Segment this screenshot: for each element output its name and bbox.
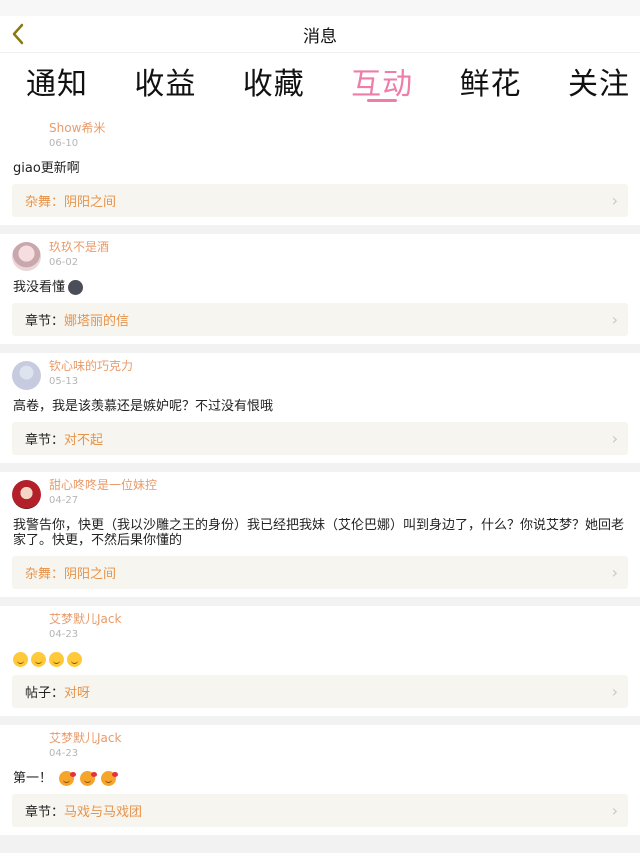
message-date: 04-23 bbox=[49, 748, 79, 759]
message-header: 艾梦默儿Jack 04-23 bbox=[12, 612, 628, 646]
kiss-emoji-icon bbox=[80, 771, 98, 786]
message-date: 04-27 bbox=[49, 495, 79, 506]
chevron-left-icon bbox=[12, 23, 24, 45]
message-header: Show希米 06-10 bbox=[12, 121, 628, 155]
chevron-right-icon: › bbox=[611, 310, 618, 329]
chevron-right-icon: › bbox=[611, 682, 618, 701]
smile-emoji-icon bbox=[31, 652, 46, 667]
page-title: 消息 bbox=[303, 26, 337, 47]
kiss-emoji-icon bbox=[59, 771, 77, 786]
username[interactable]: 甜心咚咚是一位妹控 bbox=[49, 478, 157, 493]
message-card: 艾梦默儿Jack 04-23 第一！ 章节： 马戏与马戏团 › bbox=[0, 725, 640, 835]
message-text bbox=[13, 652, 628, 667]
reference-title: 阴阳之间 bbox=[64, 195, 117, 210]
kiss-emoji-icon bbox=[101, 771, 119, 786]
avatar[interactable] bbox=[12, 361, 41, 390]
tab-flowers[interactable]: 鲜花 bbox=[460, 53, 522, 113]
reference-title: 对呀 bbox=[64, 686, 91, 701]
smile-emoji-icon bbox=[67, 652, 82, 667]
message-text: 高卷，我是该羡慕还是嫉妒呢？不过没有恨哦 bbox=[13, 399, 274, 414]
smile-emoji-icon bbox=[13, 652, 28, 667]
reference-type: 章节： bbox=[25, 805, 65, 820]
reference-type: 章节： bbox=[25, 314, 65, 329]
reference-link[interactable]: 章节： 马戏与马戏团 › bbox=[12, 794, 628, 827]
message-text: giao更新啊 bbox=[13, 161, 80, 176]
reference-type: 杂舞： bbox=[25, 567, 65, 582]
avatar[interactable] bbox=[12, 733, 41, 762]
chevron-right-icon: › bbox=[611, 429, 618, 448]
reference-title: 对不起 bbox=[64, 433, 104, 448]
chevron-right-icon: › bbox=[611, 563, 618, 582]
message-text: 我警告你，快更（我以沙雕之王的身份）我已经把我妹（艾伦巴娜）叫到身边了，什么？你… bbox=[13, 518, 625, 548]
reference-type: 章节： bbox=[25, 433, 65, 448]
reference-title: 阴阳之间 bbox=[64, 567, 117, 582]
message-date: 04-23 bbox=[49, 629, 79, 640]
reference-title: 马戏与马戏团 bbox=[64, 805, 143, 820]
message-card: 玖玖不是酒 06-02 我没看懂 章节： 娜塔丽的信 › bbox=[0, 234, 640, 344]
tab-following[interactable]: 关注 bbox=[568, 53, 630, 113]
username[interactable]: 钦心味的巧克力 bbox=[49, 359, 133, 374]
avatar[interactable] bbox=[12, 480, 41, 509]
tab-bar: 通知 收益 收藏 互动 鲜花 关注 bbox=[0, 53, 640, 115]
back-button[interactable] bbox=[6, 20, 30, 48]
chevron-right-icon: › bbox=[611, 801, 618, 820]
reference-link[interactable]: 杂舞： 阴阳之间 › bbox=[12, 556, 628, 589]
reference-link[interactable]: 杂舞： 阴阳之间 › bbox=[12, 184, 628, 217]
reference-type: 杂舞： bbox=[25, 195, 65, 210]
reference-link[interactable]: 章节： 对不起 › bbox=[12, 422, 628, 455]
message-date: 05-13 bbox=[49, 376, 79, 387]
message-card: 艾梦默儿Jack 04-23 帖子： 对呀 › bbox=[0, 606, 640, 716]
dark-face-emoji-icon bbox=[68, 280, 84, 295]
username[interactable]: Show希米 bbox=[49, 121, 105, 136]
avatar[interactable] bbox=[12, 242, 41, 271]
message-header: 钦心味的巧克力 05-13 bbox=[12, 359, 628, 393]
message-header: 艾梦默儿Jack 04-23 bbox=[12, 731, 628, 765]
message-text: 我没看懂 bbox=[13, 280, 628, 295]
avatar[interactable] bbox=[12, 614, 41, 643]
avatar[interactable] bbox=[12, 123, 41, 152]
reference-type: 帖子： bbox=[25, 686, 65, 701]
username[interactable]: 玖玖不是酒 bbox=[49, 240, 109, 255]
message-date: 06-10 bbox=[49, 138, 79, 149]
nav-bar: 消息 bbox=[0, 16, 640, 53]
tab-notifications[interactable]: 通知 bbox=[26, 53, 88, 113]
smile-emoji-icon bbox=[49, 652, 64, 667]
chevron-right-icon: › bbox=[611, 191, 618, 210]
reference-title: 娜塔丽的信 bbox=[64, 314, 130, 329]
message-card: Show希米 06-10 giao更新啊 杂舞： 阴阳之间 › bbox=[0, 115, 640, 225]
message-card: 钦心味的巧克力 05-13 高卷，我是该羡慕还是嫉妒呢？不过没有恨哦 章节： 对… bbox=[0, 353, 640, 463]
username[interactable]: 艾梦默儿Jack bbox=[49, 731, 121, 746]
message-list: Show希米 06-10 giao更新啊 杂舞： 阴阳之间 › 玖玖不是酒 06… bbox=[0, 115, 640, 844]
message-date: 06-02 bbox=[49, 257, 79, 268]
status-bar bbox=[0, 0, 640, 16]
username[interactable]: 艾梦默儿Jack bbox=[49, 612, 121, 627]
tab-interactions[interactable]: 互动 bbox=[351, 53, 413, 113]
message-header: 玖玖不是酒 06-02 bbox=[12, 240, 628, 274]
message-header: 甜心咚咚是一位妹控 04-27 bbox=[12, 478, 628, 512]
message-text: 第一！ bbox=[13, 771, 628, 786]
message-card: 甜心咚咚是一位妹控 04-27 我警告你，快更（我以沙雕之王的身份）我已经把我妹… bbox=[0, 472, 640, 597]
reference-link[interactable]: 帖子： 对呀 › bbox=[12, 675, 628, 708]
tab-earnings[interactable]: 收益 bbox=[134, 53, 196, 113]
reference-link[interactable]: 章节： 娜塔丽的信 › bbox=[12, 303, 628, 336]
tab-favorites[interactable]: 收藏 bbox=[243, 53, 305, 113]
